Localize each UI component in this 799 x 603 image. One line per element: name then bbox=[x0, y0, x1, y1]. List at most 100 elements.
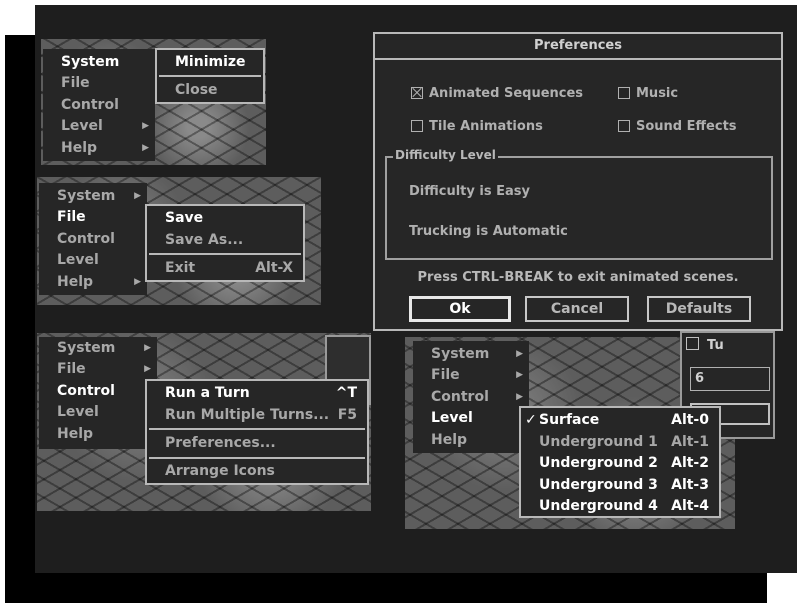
menu-item-label: Minimize bbox=[175, 54, 246, 70]
defaults-button[interactable]: Defaults bbox=[647, 296, 751, 322]
menu-item-label: File bbox=[57, 361, 86, 377]
menu-item-control[interactable]: Control bbox=[39, 228, 147, 250]
submenu-arrow-icon: ▶ bbox=[134, 277, 141, 287]
menu-item-system[interactable]: System ▶ bbox=[413, 343, 529, 365]
submenu-arrow-icon: ▶ bbox=[516, 370, 523, 380]
menu-item-level[interactable]: Level bbox=[39, 401, 157, 423]
option-music[interactable]: Music bbox=[618, 86, 678, 102]
shortcut-label: Alt-2 bbox=[671, 455, 709, 471]
menu-item-file[interactable]: File ▶ bbox=[413, 364, 529, 386]
menu-item-help[interactable]: Help ▶ bbox=[43, 137, 155, 159]
option-label: Music bbox=[636, 86, 679, 101]
menu-item-label: Help bbox=[61, 140, 98, 156]
menu-item-exit[interactable]: Exit Alt-X bbox=[147, 257, 303, 279]
menu-item-label: Exit bbox=[165, 260, 196, 276]
menu-item-label: Level bbox=[61, 118, 103, 134]
shortcut-label: Alt-4 bbox=[671, 498, 709, 514]
menu-item-file[interactable]: File bbox=[39, 206, 147, 228]
menu-item-label: Help bbox=[431, 432, 468, 448]
menu-item-underground-1[interactable]: Underground 1 Alt-1 bbox=[521, 431, 719, 453]
option-label: Animated Sequences bbox=[429, 86, 584, 101]
control-submenu: Run a Turn ^T Run Multiple Turns... F5 Pre… bbox=[145, 379, 369, 485]
menu-item-label: System bbox=[61, 54, 120, 70]
screenshot-panel: System File Control Level ▶ Help ▶ Minimiz… bbox=[35, 5, 797, 573]
option-sound-effects[interactable]: Sound Effects bbox=[618, 119, 737, 135]
menu-item-help[interactable]: Help bbox=[39, 423, 157, 445]
menu-item-label: File bbox=[61, 75, 90, 91]
submenu-arrow-icon: ▶ bbox=[516, 392, 523, 402]
menu-item-level[interactable]: Level ▶ bbox=[43, 115, 155, 137]
menu-item-help[interactable]: Help bbox=[413, 429, 529, 451]
option-animated-sequences[interactable]: Animated Sequences bbox=[411, 86, 583, 102]
menu-item-label: File bbox=[431, 367, 460, 383]
menu-item-underground-3[interactable]: Underground 3 Alt-3 bbox=[521, 474, 719, 496]
submenu-arrow-icon: ▶ bbox=[142, 143, 149, 153]
menu-item-help[interactable]: Help ▶ bbox=[39, 271, 147, 293]
menu-item-underground-4[interactable]: Underground 4 Alt-4 bbox=[521, 495, 719, 517]
menu-item-run-a-turn[interactable]: Run a Turn ^T bbox=[147, 382, 367, 404]
level-submenu: ✓ Surface Alt-0 Underground 1 Alt-1 Undergr… bbox=[519, 406, 721, 518]
menu-item-control[interactable]: Control bbox=[39, 380, 157, 402]
menu-item-label: Level bbox=[57, 404, 99, 420]
menu-item-preferences[interactable]: Preferences... bbox=[147, 432, 367, 454]
menu-item-level[interactable]: Level bbox=[413, 407, 529, 429]
submenu-arrow-icon: ▶ bbox=[142, 121, 149, 131]
option-label: Tile Animations bbox=[429, 119, 543, 134]
difficulty-text: Difficulty is Easy bbox=[409, 184, 530, 199]
menu-item-label: Run Multiple Turns... bbox=[165, 407, 330, 423]
menu-item-label: Save bbox=[165, 210, 204, 226]
menu-item-file[interactable]: File ▶ bbox=[39, 358, 157, 380]
checkbox-icon bbox=[618, 120, 630, 132]
check-icon: ✓ bbox=[525, 412, 537, 428]
menu-item-label: Surface bbox=[539, 412, 600, 428]
submenu-arrow-icon: ▶ bbox=[516, 349, 523, 359]
menu-item-arrange-icons[interactable]: Arrange Icons bbox=[147, 460, 367, 482]
checkbox-checked-icon bbox=[411, 87, 423, 99]
menu-item-level[interactable]: Level bbox=[39, 249, 147, 271]
menu-item-label: Run a Turn bbox=[165, 385, 250, 401]
partial-dialog-title: Tu bbox=[686, 337, 724, 353]
menu-item-label: Close bbox=[175, 82, 218, 98]
menu-item-file[interactable]: File bbox=[43, 72, 155, 94]
difficulty-group: Difficulty Level Difficulty is Easy Truc… bbox=[385, 148, 773, 260]
menu-item-system[interactable]: System bbox=[43, 51, 155, 73]
menu-item-close[interactable]: Close bbox=[157, 79, 263, 101]
menu-item-label: Underground 3 bbox=[539, 477, 658, 493]
submenu-arrow-icon: ▶ bbox=[134, 191, 141, 201]
partial-value-field[interactable]: 6 bbox=[690, 367, 770, 391]
main-menu-3: System ▶ File ▶ Control Level Help bbox=[39, 337, 157, 449]
menu-item-system[interactable]: System ▶ bbox=[39, 185, 147, 207]
ok-button[interactable]: Ok bbox=[409, 296, 511, 322]
option-tile-animations[interactable]: Tile Animations bbox=[411, 119, 543, 135]
main-menu-1: System File Control Level ▶ Help ▶ bbox=[43, 49, 155, 161]
menu-item-label: Level bbox=[57, 252, 99, 268]
submenu-arrow-icon: ▶ bbox=[144, 364, 151, 374]
menu-item-label: Preferences... bbox=[165, 435, 276, 451]
submenu-arrow-icon: ▶ bbox=[144, 343, 151, 353]
menu-item-label: System bbox=[431, 346, 490, 362]
menu-item-save[interactable]: Save bbox=[147, 207, 303, 229]
hint-text: Press CTRL-BREAK to exit animated scenes… bbox=[417, 270, 739, 285]
menu-item-control[interactable]: Control ▶ bbox=[413, 386, 529, 408]
preferences-dialog: Preferences Animated Sequences Music Til… bbox=[373, 32, 783, 331]
menu-item-surface[interactable]: ✓ Surface Alt-0 bbox=[521, 409, 719, 431]
menu-item-run-multiple-turns[interactable]: Run Multiple Turns... F5 bbox=[147, 404, 367, 426]
menu-item-label: Level bbox=[431, 410, 473, 426]
menu-item-underground-2[interactable]: Underground 2 Alt-2 bbox=[521, 452, 719, 474]
cancel-button[interactable]: Cancel bbox=[525, 296, 629, 322]
menu-item-label: System bbox=[57, 340, 116, 356]
menu-item-label: Underground 2 bbox=[539, 455, 658, 471]
menu-item-label: File bbox=[57, 209, 86, 225]
group-title: Difficulty Level bbox=[393, 148, 498, 162]
menu-item-label: System bbox=[57, 188, 116, 204]
shortcut-label: ^T bbox=[335, 385, 357, 401]
menu-item-label: Control bbox=[61, 97, 119, 113]
menu-item-label: Arrange Icons bbox=[165, 463, 275, 479]
shortcut-label: Alt-0 bbox=[671, 412, 709, 428]
main-menu-4: System ▶ File ▶ Control ▶ Level Help bbox=[413, 341, 529, 453]
menu-item-system[interactable]: System ▶ bbox=[39, 337, 157, 359]
menu-item-minimize[interactable]: Minimize bbox=[157, 51, 263, 73]
menu-item-control[interactable]: Control bbox=[43, 94, 155, 116]
menu-item-label: Control bbox=[431, 389, 489, 405]
menu-item-save-as[interactable]: Save As... bbox=[147, 229, 303, 251]
